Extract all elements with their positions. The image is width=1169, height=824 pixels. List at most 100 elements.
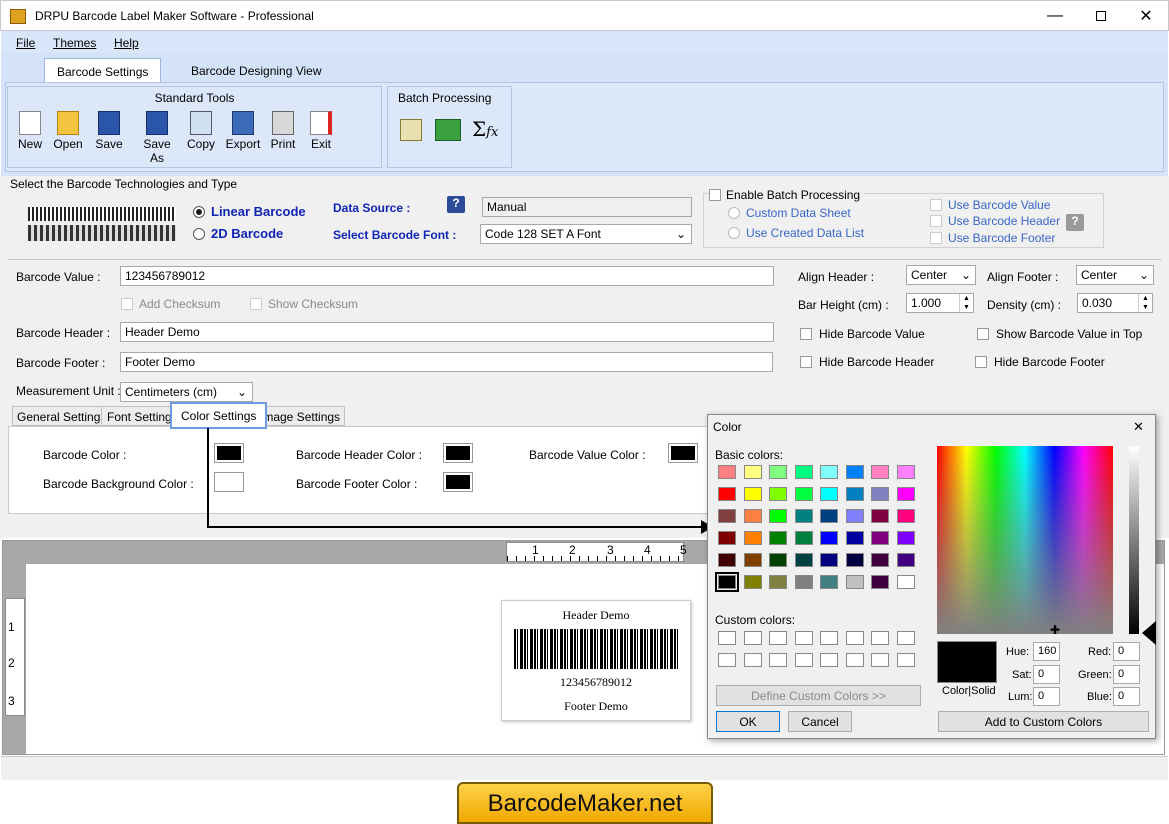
created-data-list-radio[interactable]: Use Created Data List [728, 226, 864, 240]
tab-barcode-settings[interactable]: Barcode Settings [44, 58, 162, 82]
basic-color-swatch[interactable] [743, 465, 762, 479]
basic-color-swatch[interactable] [794, 465, 813, 479]
custom-data-sheet-radio[interactable]: Custom Data Sheet [728, 206, 851, 220]
basic-color-swatch[interactable] [743, 531, 762, 545]
basic-color-swatch[interactable] [718, 509, 736, 523]
measurement-unit-select[interactable]: Centimeters (cm) ⌄ [120, 382, 253, 402]
basic-color-swatch[interactable] [769, 487, 787, 501]
footer-color-swatch[interactable] [443, 472, 473, 492]
basic-color-swatch[interactable] [820, 553, 838, 567]
basic-color-swatch[interactable] [845, 487, 864, 501]
save-button[interactable]: Save [87, 111, 131, 151]
linear-barcode-radio[interactable]: Linear Barcode [193, 204, 306, 219]
barcode-color-swatch[interactable] [214, 443, 244, 463]
basic-color-swatch[interactable] [845, 575, 864, 589]
custom-color-swatch[interactable] [769, 631, 787, 645]
basic-color-swatch[interactable] [718, 553, 736, 567]
basic-color-swatch[interactable] [718, 487, 736, 501]
basic-color-swatch[interactable] [794, 487, 813, 501]
subtab-color-settings[interactable]: Color Settings [170, 402, 268, 429]
batch-help-icon[interactable]: ? [1066, 214, 1084, 231]
basic-color-swatch[interactable] [820, 575, 838, 589]
basic-color-swatch[interactable] [769, 509, 787, 523]
barcode-value-input[interactable]: 123456789012 [120, 266, 774, 286]
basic-color-swatch[interactable] [794, 531, 813, 545]
basic-color-swatch[interactable] [871, 509, 889, 523]
basic-color-swatch[interactable] [871, 553, 889, 567]
custom-color-swatch[interactable] [896, 631, 915, 645]
subtab-general-settings[interactable]: General Settings [12, 406, 112, 426]
basic-color-swatch[interactable] [715, 572, 739, 592]
custom-color-swatch[interactable] [871, 631, 889, 645]
use-barcode-header-checkbox[interactable]: Use Barcode Header [930, 214, 1060, 228]
cancel-button[interactable]: Cancel [788, 711, 852, 732]
copy-button[interactable]: Copy [179, 111, 223, 151]
barcode-header-input[interactable]: Header Demo [120, 322, 774, 342]
align-header-select[interactable]: Center ⌄ [906, 265, 976, 285]
hide-barcode-header-checkbox[interactable]: Hide Barcode Header [800, 355, 934, 369]
hue-input[interactable]: 160 [1033, 642, 1060, 661]
use-barcode-footer-checkbox[interactable]: Use Barcode Footer [930, 231, 1055, 245]
basic-color-swatch[interactable] [845, 465, 864, 479]
custom-color-swatch[interactable] [820, 653, 838, 667]
sat-input[interactable]: 0 [1033, 665, 1060, 684]
menu-themes[interactable]: Themes [53, 36, 96, 50]
help-icon[interactable]: ? [447, 196, 465, 213]
red-input[interactable]: 0 [1113, 642, 1140, 661]
custom-color-swatch[interactable] [794, 653, 813, 667]
hide-barcode-footer-checkbox[interactable]: Hide Barcode Footer [975, 355, 1105, 369]
basic-color-swatch[interactable] [769, 553, 787, 567]
basic-color-swatch[interactable] [845, 531, 864, 545]
value-color-swatch[interactable] [668, 443, 698, 463]
enable-batch-checkbox[interactable]: Enable Batch Processing [709, 188, 865, 202]
menu-file[interactable]: File [16, 36, 35, 50]
show-value-top-checkbox[interactable]: Show Barcode Value in Top [977, 327, 1142, 341]
color-spectrum[interactable] [937, 446, 1113, 634]
align-footer-select[interactable]: Center ⌄ [1076, 265, 1154, 285]
basic-color-swatch[interactable] [896, 531, 915, 545]
basic-color-swatch[interactable] [820, 465, 838, 479]
define-custom-colors-button[interactable]: Define Custom Colors >> [716, 685, 921, 706]
add-checksum-checkbox[interactable]: Add Checksum [121, 297, 220, 311]
basic-color-swatch[interactable] [896, 487, 915, 501]
minimize-icon[interactable]: — [1032, 1, 1078, 31]
barcode-footer-input[interactable]: Footer Demo [120, 352, 773, 372]
basic-color-swatch[interactable] [820, 487, 838, 501]
basic-color-swatch[interactable] [769, 531, 787, 545]
basic-color-swatch[interactable] [871, 531, 889, 545]
basic-color-swatch[interactable] [820, 531, 838, 545]
add-to-custom-colors-button[interactable]: Add to Custom Colors [938, 711, 1149, 732]
green-input[interactable]: 0 [1113, 665, 1140, 684]
bar-height-input[interactable]: 1.000 ▲ ▼ [906, 293, 974, 313]
close-icon[interactable]: ✕ [1123, 1, 1169, 31]
color-dialog-close-icon[interactable]: ✕ [1133, 419, 1144, 435]
lum-input[interactable]: 0 [1033, 687, 1060, 706]
background-color-swatch[interactable] [214, 472, 244, 492]
custom-color-swatch[interactable] [871, 653, 889, 667]
exit-button[interactable]: Exit [299, 111, 343, 151]
2d-barcode-radio[interactable]: 2D Barcode [193, 226, 283, 241]
basic-color-swatch[interactable] [896, 553, 915, 567]
custom-color-swatch[interactable] [743, 631, 762, 645]
custom-color-swatch[interactable] [769, 653, 787, 667]
show-checksum-checkbox[interactable]: Show Checksum [250, 297, 358, 311]
custom-color-swatch[interactable] [845, 631, 864, 645]
basic-color-swatch[interactable] [896, 575, 915, 589]
export-button[interactable]: Export [221, 111, 265, 151]
tab-barcode-designing-view[interactable]: Barcode Designing View [179, 58, 334, 82]
bar-height-spinner[interactable]: ▲ ▼ [959, 294, 973, 312]
basic-color-swatch[interactable] [871, 487, 889, 501]
custom-color-swatch[interactable] [794, 631, 813, 645]
custom-color-swatch[interactable] [718, 653, 736, 667]
custom-color-swatch[interactable] [896, 653, 915, 667]
basic-color-swatch[interactable] [871, 465, 889, 479]
basic-color-swatch[interactable] [845, 553, 864, 567]
basic-color-swatch[interactable] [769, 465, 787, 479]
formula-icon[interactable]: Σfx [472, 117, 498, 141]
basic-color-swatch[interactable] [718, 531, 736, 545]
basic-color-swatch[interactable] [743, 575, 762, 589]
custom-color-swatch[interactable] [718, 631, 736, 645]
basic-color-swatch[interactable] [845, 509, 864, 523]
edit-icon[interactable] [400, 119, 422, 141]
use-barcode-value-checkbox[interactable]: Use Barcode Value [930, 198, 1051, 212]
